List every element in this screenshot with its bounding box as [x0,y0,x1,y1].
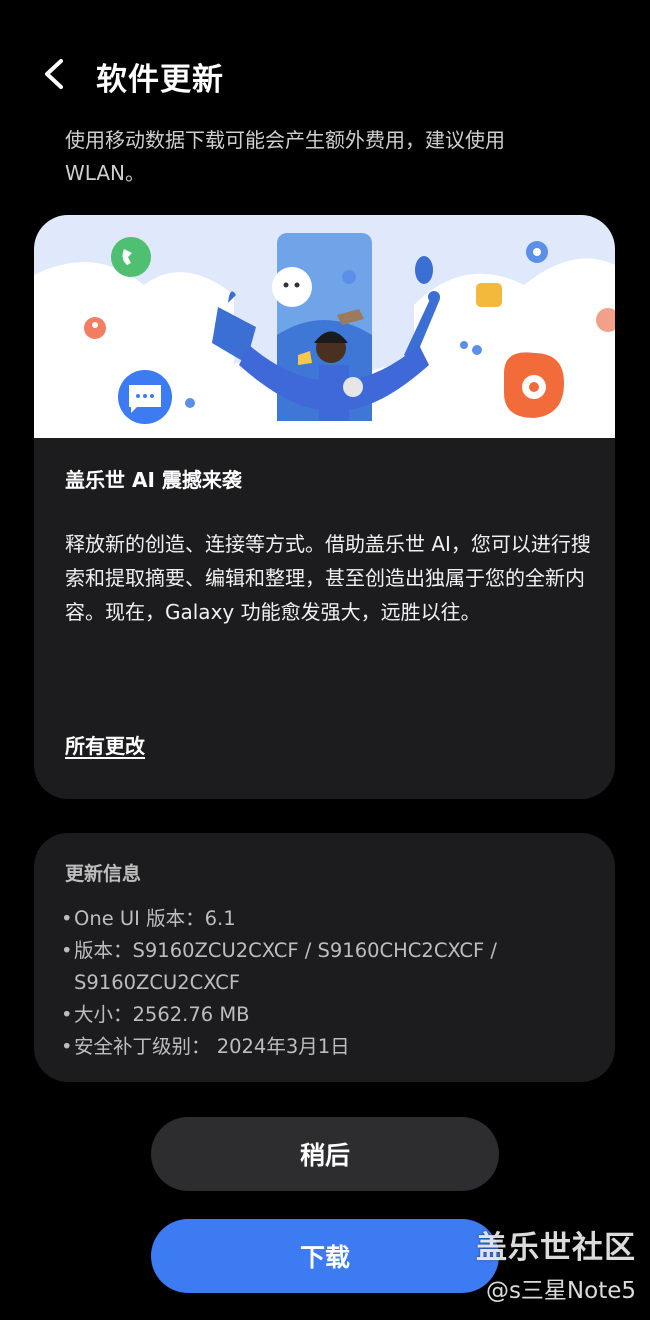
mobile-data-notice: 使用移动数据下载可能会产生额外费用，建议使用WLAN。 [65,128,505,185]
galaxy-ai-illustration [34,215,615,438]
list-bullet: • [61,1003,73,1026]
folder-icon [476,283,502,307]
one-ui-version: One UI 版本：6.1 [74,907,236,930]
community-watermark: 盖乐世社区 @s三星Note5 [476,1222,636,1305]
later-button[interactable]: 稍后 [151,1117,499,1191]
page-title: 软件更新 [96,62,224,98]
list-item: • 大小：2562.76 MB [61,999,596,1031]
list-item: • One UI 版本：6.1 [61,903,596,935]
download-size: 大小：2562.76 MB [74,1003,250,1026]
list-item: • 安全补丁级别： 2024年3月1日 [61,1031,596,1063]
security-patch-level: 安全补丁级别： 2024年3月1日 [74,1035,350,1058]
watermark-title: 盖乐世社区 [476,1230,636,1266]
app-header: 软件更新 [0,40,650,104]
list-bullet: • [61,939,73,962]
update-info-title: 更新信息 [65,863,142,885]
feature-title: 盖乐世 AI 震撼来袭 [65,468,242,492]
all-changes-link[interactable]: 所有更改 [65,730,145,759]
back-arrow-icon [45,59,63,89]
download-button[interactable]: 下载 [151,1219,499,1293]
list-item: • 版本：S9160ZCU2CXCF / S9160CHC2CXCF / S91… [61,935,596,999]
list-bullet: • [61,1035,73,1058]
update-info-card: 更新信息 • One UI 版本：6.1 • 版本：S9160ZCU2CXCF … [34,833,615,1082]
back-button[interactable] [30,50,78,98]
build-version: 版本：S9160ZCU2CXCF / S9160CHC2CXCF / S9160… [74,939,497,994]
list-bullet: • [61,907,73,930]
phone-icon [111,237,151,277]
feature-card: 盖乐世 AI 震撼来袭 释放新的创造、连接等方式。借助盖乐世 AI，您可以进行搜… [34,215,615,799]
update-info-list: • One UI 版本：6.1 • 版本：S9160ZCU2CXCF / S91… [61,903,596,1063]
watermark-handle: @s三星Note5 [485,1278,636,1304]
feature-description: 释放新的创造、连接等方式。借助盖乐世 AI，您可以进行搜索和提取摘要、编辑和整理… [65,532,591,624]
